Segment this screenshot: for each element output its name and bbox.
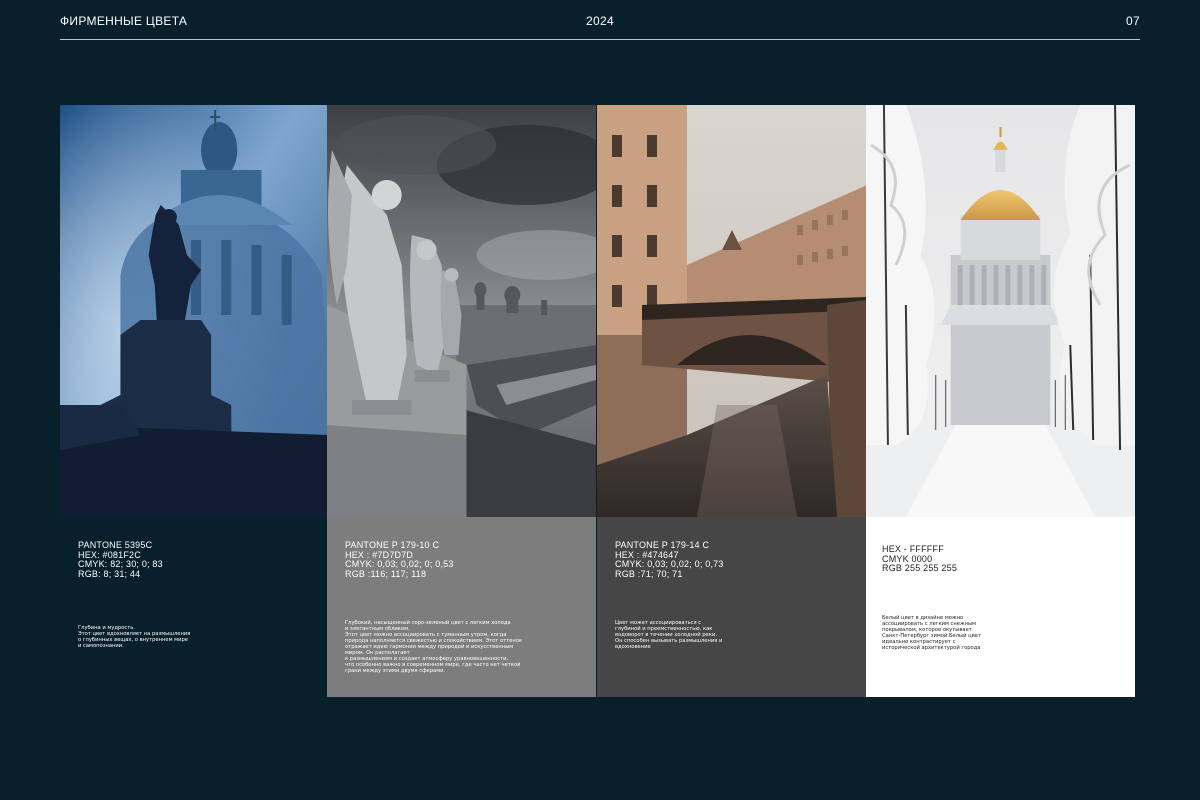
color-description: Цвет может ассоциироваться с глубиной и … [615, 620, 723, 650]
color-description: Глубина и мудрость. Этот цвет вдохновляе… [78, 625, 191, 649]
statue-cathedral-blue-photo [60, 105, 329, 517]
color-panel-dark-blue: PANTONE 5395C HEX: #081F2C CMYK: 82; 30;… [60, 105, 329, 697]
angel-statues-cloudy-city-photo [327, 105, 596, 517]
color-panel-grey: PANTONE P 179-10 C HEX : #7D7D7D CMYK: 0… [327, 105, 596, 697]
color-panels: PANTONE 5395C HEX: #081F2C CMYK: 82; 30;… [60, 105, 1136, 697]
color-description: Белый цвет в дизайне можно ассоциировать… [882, 615, 981, 651]
rgb-values: RGB 255 255 255 [882, 563, 958, 573]
page-header: ФИРМЕННЫЕ ЦВЕТА 2024 07 [60, 0, 1140, 40]
color-specs: PANTONE P 179-14 C HEX : #474647 CMYK: 0… [615, 540, 724, 579]
rgb-values: RGB :71; 70; 71 [615, 568, 683, 579]
rgb-values: RGB :116; 117; 118 [345, 568, 427, 579]
color-specs: PANTONE 5395C HEX: #081F2C CMYK: 82; 30;… [78, 540, 163, 579]
rgb-values: RGB: 8; 31; 44 [78, 568, 141, 579]
page-number: 07 [1126, 14, 1140, 28]
snowy-cathedral-photo [866, 105, 1135, 517]
color-description: Глубокий, насыщенный серо-зеленый цвет с… [345, 620, 523, 674]
color-specs: HEX - FFFFFF CMYK 0000 RGB 255 255 255 [882, 544, 958, 574]
year-label: 2024 [586, 14, 614, 28]
color-panel-dark-grey: PANTONE P 179-14 C HEX : #474647 CMYK: 0… [597, 105, 866, 697]
canal-bridge-photo [597, 105, 866, 517]
color-specs: PANTONE P 179-10 C HEX : #7D7D7D CMYK: 0… [345, 540, 454, 579]
color-panel-white: HEX - FFFFFF CMYK 0000 RGB 255 255 255 Б… [866, 105, 1135, 697]
